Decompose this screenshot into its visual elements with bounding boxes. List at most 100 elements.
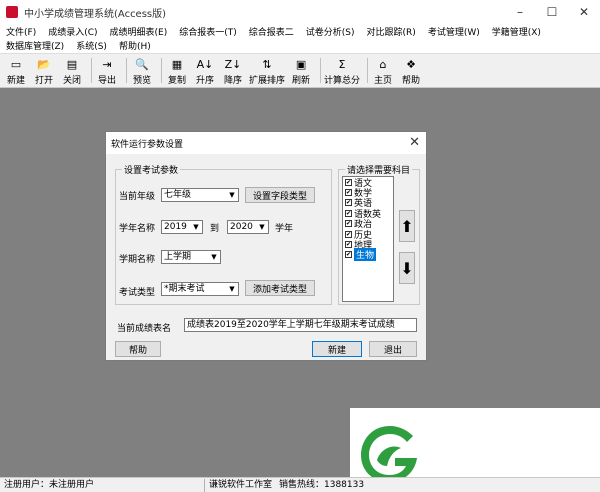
menu-row-1: 文件(F) 成绩录入(C) 成绩明细表(E) 综合报表一(T) 综合报表二 试卷分析(S)… — [0, 24, 600, 38]
menu-item-2-0[interactable]: 数据库管理(Z) — [6, 39, 64, 52]
window-title: 中小学成绩管理系统(Access版) — [24, 8, 167, 20]
status-bar: 注册用户：未注册用户 谦锐软件工作室 销售热线：1388133 — [0, 477, 600, 492]
menu-item-1-6[interactable]: 对比跟踪(R) — [367, 25, 416, 38]
toolbar-button-extended-sort[interactable]: ⇅ 扩展排序 — [249, 54, 285, 87]
new-button[interactable]: 新建 — [312, 341, 362, 357]
toolbar-button-export[interactable]: ⇥ 导出 — [95, 54, 119, 87]
toolbar-button-copy[interactable]: ▦ 复制 — [165, 54, 189, 87]
subject-checkbox[interactable]: ✔ — [345, 199, 352, 207]
menu-item-1-5[interactable]: 试卷分析(S) — [306, 25, 355, 38]
table-name-label: 当前成绩表名 — [117, 324, 172, 334]
close-button[interactable]: ✕ — [568, 0, 600, 24]
toolbar-button-new-file[interactable]: ▭ 新建 — [4, 54, 28, 87]
title-bar: 中小学成绩管理系统(Access版) – ☐ ✕ — [0, 0, 600, 24]
toolbar-label: 主页 — [374, 76, 393, 86]
menu-item-1-2[interactable]: 成绩明细表(E) — [110, 25, 168, 38]
app-icon — [6, 6, 18, 18]
year-to-label: 到 — [210, 224, 220, 234]
year-suffix-label: 学年 — [275, 224, 294, 234]
sort-desc-icon: Z↓ — [224, 57, 242, 71]
exam-type-select[interactable]: *期末考试 ▼ — [161, 282, 239, 296]
grade-value: 七年级 — [164, 190, 192, 200]
year-from-select[interactable]: 2019 ▼ — [161, 220, 203, 234]
subject-checkbox[interactable]: ✔ — [345, 209, 352, 217]
term-label: 学期名称 — [119, 255, 156, 265]
dialog-close-icon[interactable]: ✕ — [409, 135, 420, 150]
subject-list[interactable]: ✔ 语文 ✔ 数学 ✔ 英语 ✔ 语数英 ✔ 政治 ✔ 历史 ✔ 地理 ✔ 生物 — [342, 176, 394, 302]
menu-item-1-4[interactable]: 综合报表二 — [249, 25, 294, 38]
settings-dialog: 软件运行参数设置 ✕ 设置考试参数 当前年级 七年级 ▼ 设置字段类型 学年名称… — [105, 131, 427, 361]
menu-item-1-8[interactable]: 学籍管理(X) — [492, 25, 541, 38]
chevron-down-icon: ▼ — [211, 253, 217, 261]
move-down-button[interactable]: ⬇ — [399, 252, 415, 284]
exam-params-group-label: 设置考试参数 — [122, 163, 181, 176]
add-exam-type-button[interactable]: 添加考试类型 — [245, 280, 315, 296]
term-select[interactable]: 上学期 ▼ — [161, 250, 221, 264]
toolbar-label: 预览 — [132, 76, 151, 86]
minimize-button[interactable]: – — [504, 0, 536, 24]
toolbar-label: 扩展排序 — [249, 76, 286, 86]
grade-label: 当前年级 — [119, 192, 156, 202]
home-icon: ⌂ — [379, 57, 387, 71]
toolbar-label: 升序 — [195, 76, 214, 86]
toolbar-label: 导出 — [97, 76, 116, 86]
subject-checkbox[interactable]: ✔ — [345, 230, 352, 238]
toolbar-button-close-file[interactable]: ▤ 关闭 — [60, 54, 84, 87]
status-user: 注册用户：未注册用户 — [0, 478, 205, 492]
table-name-field[interactable]: 成绩表2019至2020学年上学期七年级期末考试成绩 — [184, 318, 417, 332]
move-up-button[interactable]: ⬆ — [399, 210, 415, 242]
toolbar-button-open-folder[interactable]: 📂 打开 — [32, 54, 56, 87]
dialog-title: 软件运行参数设置 — [111, 139, 184, 150]
toolbar-button-sum[interactable]: Σ 计算总分 — [324, 54, 360, 87]
arrow-down-icon: ⬇ — [400, 258, 414, 278]
toolbar-button-preview[interactable]: 🔍 预览 — [130, 54, 154, 87]
toolbar-button-refresh[interactable]: ▣ 刷新 — [289, 54, 313, 87]
menu-row-2: 数据库管理(Z) 系统(S) 帮助(H) — [0, 38, 600, 52]
new-file-icon: ▭ — [10, 57, 22, 71]
grade-select[interactable]: 七年级 ▼ — [161, 188, 239, 202]
toolbar-separator — [367, 58, 369, 83]
exam-type-value: *期末考试 — [164, 284, 205, 294]
menu-item-2-2[interactable]: 帮助(H) — [119, 39, 151, 52]
toolbar: ▭ 新建 📂 打开 ▤ 关闭 ⇥ 导出 🔍 预览 ▦ 复制 A↓ 升序 Z↓ 降序 ⇅ 扩展排序 ▣ 刷新 Σ 计算总分 ⌂… — [0, 54, 600, 88]
subject-checkbox[interactable]: ✔ — [345, 189, 352, 197]
chevron-down-icon: ▼ — [229, 285, 235, 293]
exam-type-label: 考试类型 — [119, 288, 156, 298]
toolbar-button-sort-asc[interactable]: A↓ 升序 — [193, 54, 217, 87]
toolbar-label: 复制 — [167, 76, 186, 86]
menu-item-1-0[interactable]: 文件(F) — [6, 25, 36, 38]
toolbar-button-home[interactable]: ⌂ 主页 — [371, 54, 395, 87]
subject-group-label: 请选择需要科目 — [345, 163, 413, 176]
set-field-type-button[interactable]: 设置字段类型 — [245, 187, 315, 203]
toolbar-separator — [161, 58, 162, 83]
arrow-up-icon: ⬆ — [400, 216, 414, 236]
toolbar-label: 新建 — [6, 76, 25, 86]
subject-checkbox[interactable]: ✔ — [345, 178, 352, 186]
sum-icon: Σ — [338, 57, 346, 71]
subject-checkbox[interactable]: ✔ — [345, 241, 352, 249]
menu-item-2-1[interactable]: 系统(S) — [76, 39, 107, 52]
year-to-value: 2020 — [230, 222, 253, 232]
menu-item-1-1[interactable]: 成绩录入(C) — [48, 25, 97, 38]
toolbar-label: 计算总分 — [324, 76, 361, 86]
maximize-button[interactable]: ☐ — [536, 0, 568, 24]
toolbar-button-sort-desc[interactable]: Z↓ 降序 — [221, 54, 245, 87]
dialog-title-bar: 软件运行参数设置 ✕ — [106, 132, 426, 154]
subject-item[interactable]: ✔ 生物 — [343, 248, 393, 262]
menu-item-1-7[interactable]: 考试管理(W) — [428, 25, 480, 38]
subject-name: 生物 — [354, 248, 377, 262]
toolbar-label: 降序 — [223, 76, 242, 86]
toolbar-label: 刷新 — [292, 76, 311, 86]
subject-checkbox[interactable]: ✔ — [345, 251, 352, 259]
subject-checkbox[interactable]: ✔ — [345, 220, 352, 228]
menu-item-1-3[interactable]: 综合报表一(T) — [179, 25, 237, 38]
preview-icon: 🔍 — [135, 57, 149, 71]
toolbar-button-help[interactable]: ❖ 帮助 — [399, 54, 423, 87]
toolbar-separator — [91, 58, 92, 83]
year-label: 学年名称 — [119, 224, 156, 234]
help-button[interactable]: 帮助 — [115, 341, 161, 357]
year-to-select[interactable]: 2020 ▼ — [227, 220, 269, 234]
menu-bar: 文件(F) 成绩录入(C) 成绩明细表(E) 综合报表一(T) 综合报表二 试卷分析(S)… — [0, 24, 600, 54]
exit-button[interactable]: 退出 — [369, 341, 417, 357]
help-icon: ❖ — [406, 57, 416, 71]
